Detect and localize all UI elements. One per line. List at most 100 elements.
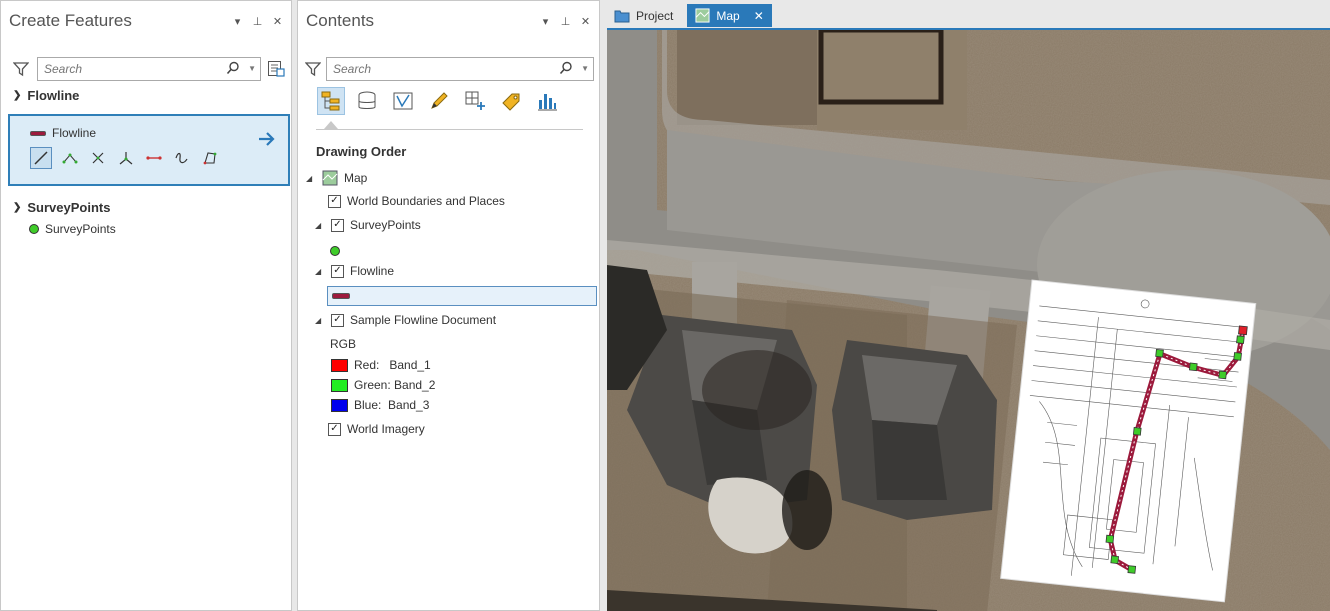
chevron-down-icon: ❯ [13, 90, 22, 101]
contents-search: ▼ [326, 57, 594, 81]
pencil-icon [431, 92, 448, 109]
pin-icon[interactable]: ⊥ [252, 15, 263, 28]
tab-label: Project [636, 8, 674, 23]
map-view[interactable] [607, 28, 1330, 611]
map-icon [322, 170, 338, 186]
line-tool[interactable] [30, 147, 52, 169]
contents-title: Contents [306, 11, 375, 30]
cross-icon [92, 152, 104, 164]
manage-templates-icon[interactable] [267, 60, 285, 78]
pane-menu-button[interactable]: ▾ [232, 15, 243, 28]
drawing-order-heading: Drawing Order [316, 144, 407, 159]
blue-swatch[interactable] [331, 398, 348, 412]
project-icon [614, 10, 630, 22]
flowline-symbol-row[interactable] [327, 286, 597, 306]
layer-world-imagery[interactable]: ✓ World Imagery [328, 422, 425, 436]
chevron-down-icon[interactable]: ▼ [248, 64, 256, 73]
group-surveypoints[interactable]: ❯ SurveyPoints [13, 200, 110, 215]
map-icon [695, 8, 710, 23]
template-label: Flowline [52, 126, 97, 140]
map-node[interactable]: ◢ Map [306, 170, 367, 186]
layer-label: Sample Flowline Document [350, 313, 497, 327]
arrow-right-icon[interactable] [258, 131, 276, 147]
create-features-title: Create Features [9, 11, 132, 30]
freehand-icon [175, 152, 188, 164]
layer-sample-flowline-document[interactable]: ◢ ✓ Sample Flowline Document [315, 313, 496, 327]
point-symbol-icon [29, 224, 39, 234]
red-swatch[interactable] [331, 358, 348, 372]
search-input[interactable] [327, 58, 553, 80]
rgb-label: RGB [330, 337, 357, 351]
tee-tool[interactable] [115, 147, 137, 169]
group-label: SurveyPoints [27, 200, 111, 215]
filter-icon[interactable] [13, 61, 29, 77]
freehand-tool[interactable] [171, 147, 193, 169]
snapping-icon [465, 91, 485, 110]
layer-visibility-checkbox[interactable]: ✓ [328, 194, 341, 208]
chart-icon [538, 94, 557, 111]
pin-icon[interactable]: ⊥ [560, 15, 571, 28]
list-by-data-source-button[interactable] [353, 87, 381, 115]
band-label: Green: Band_2 [354, 378, 436, 392]
pane-menu-button[interactable]: ▾ [540, 15, 551, 28]
chevron-down-icon: ❯ [13, 202, 22, 213]
tab-project[interactable]: Project [606, 4, 681, 27]
aerial-imagery[interactable] [607, 30, 1330, 611]
layer-visibility-checkbox[interactable]: ✓ [331, 313, 344, 327]
chevron-down-icon[interactable]: ▼ [581, 64, 589, 73]
selection-icon [393, 92, 413, 110]
segment-tool[interactable] [143, 147, 165, 169]
band-red[interactable]: Red: Band_1 [331, 358, 431, 372]
search-icon[interactable] [226, 61, 240, 75]
search-input[interactable] [38, 58, 220, 80]
create-features-search: ▼ [37, 57, 261, 81]
green-swatch[interactable] [331, 378, 348, 392]
list-by-drawing-order-button[interactable] [317, 87, 345, 115]
pane-controls: ▾ ⊥ ✕ [540, 15, 591, 28]
template-label: SurveyPoints [45, 222, 116, 236]
pane-controls: ▾ ⊥ ✕ [232, 15, 283, 28]
band-green[interactable]: Green: Band_2 [331, 378, 435, 392]
layer-surveypoints[interactable]: ◢ ✓ SurveyPoints [315, 218, 421, 232]
layer-visibility-checkbox[interactable]: ✓ [328, 422, 341, 436]
filter-icon[interactable] [305, 61, 321, 77]
tee-icon [119, 152, 133, 165]
list-by-labeling-button[interactable] [497, 87, 525, 115]
band-label: Blue: Band_3 [354, 398, 430, 412]
trace-tool[interactable] [199, 147, 221, 169]
layer-label: Flowline [350, 264, 395, 278]
search-icon[interactable] [559, 61, 573, 75]
point-symbol-icon[interactable] [330, 246, 340, 256]
line-symbol-icon [30, 130, 46, 136]
tab-map[interactable]: Map ✕ [687, 4, 772, 27]
list-charts-button[interactable] [533, 87, 561, 115]
segment-icon [146, 156, 162, 160]
line-symbol-icon [332, 293, 350, 299]
close-tab-button[interactable]: ✕ [754, 9, 764, 23]
collapse-triangle-icon[interactable]: ◢ [315, 267, 325, 276]
list-by-editing-button[interactable] [425, 87, 453, 115]
intersect-tool[interactable] [87, 147, 109, 169]
layer-visibility-checkbox[interactable]: ✓ [331, 218, 344, 232]
trace-icon [203, 152, 217, 165]
template-header: Flowline [30, 126, 96, 140]
list-by-snapping-button[interactable] [461, 87, 489, 115]
layer-label: World Imagery [347, 422, 425, 436]
close-pane-button[interactable]: ✕ [580, 15, 591, 28]
layer-world-boundaries[interactable]: ✓ World Boundaries and Places [328, 194, 505, 208]
layer-label: SurveyPoints [350, 218, 421, 232]
vertex-line-icon [62, 153, 78, 164]
layer-flowline[interactable]: ◢ ✓ Flowline [315, 264, 394, 278]
template-flowline[interactable]: Flowline [8, 114, 290, 186]
band-blue[interactable]: Blue: Band_3 [331, 398, 429, 412]
collapse-triangle-icon[interactable]: ◢ [315, 316, 325, 325]
vertex-line-tool[interactable] [59, 147, 81, 169]
layer-visibility-checkbox[interactable]: ✓ [331, 264, 344, 278]
list-by-selection-button[interactable] [389, 87, 417, 115]
template-surveypoints[interactable]: SurveyPoints [29, 222, 116, 236]
collapse-triangle-icon[interactable]: ◢ [306, 174, 316, 183]
group-label: Flowline [27, 88, 80, 103]
close-pane-button[interactable]: ✕ [272, 15, 283, 28]
collapse-triangle-icon[interactable]: ◢ [315, 221, 325, 230]
group-flowline[interactable]: ❯ Flowline [13, 88, 79, 103]
